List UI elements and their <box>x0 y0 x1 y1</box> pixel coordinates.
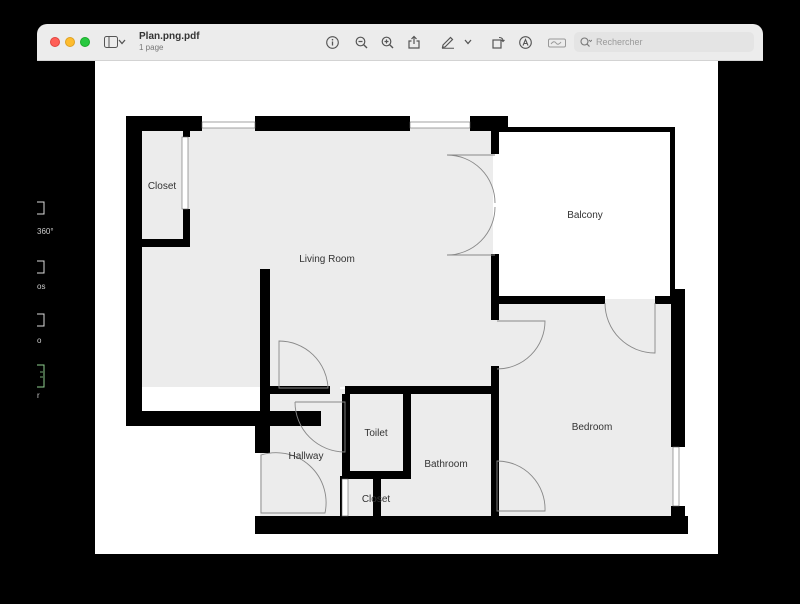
wall <box>403 391 411 479</box>
thumbnail-label: os <box>37 282 46 291</box>
search-placeholder: Rechercher <box>596 37 643 47</box>
room-label: Toilet <box>364 428 388 439</box>
room-label: Balcony <box>567 210 603 221</box>
window <box>409 121 471 129</box>
thumbnail-icon[interactable] <box>37 201 45 215</box>
window <box>201 121 256 129</box>
window <box>672 446 680 507</box>
wall <box>493 296 605 304</box>
window <box>341 478 349 517</box>
wall <box>671 506 685 521</box>
search-field[interactable]: Rechercher <box>574 32 754 52</box>
share-icon[interactable] <box>404 32 424 52</box>
wall <box>126 411 321 426</box>
room-label: Closet <box>148 181 177 192</box>
wall <box>260 269 270 426</box>
document-title: Plan.png.pdf <box>139 31 200 42</box>
room-label: Living Room <box>299 254 355 265</box>
room-label: Bedroom <box>572 422 613 433</box>
thumbnail-icon[interactable] <box>37 260 45 274</box>
wall <box>183 209 190 241</box>
info-icon[interactable] <box>322 32 342 52</box>
title-bar: Plan.png.pdf 1 page Rechercher <box>37 24 763 61</box>
wall <box>255 516 688 534</box>
thumbnail-icon[interactable] <box>37 313 45 327</box>
floor-plan: Closet Living Room Balcony Bedroom Toile… <box>126 116 688 534</box>
search-icon <box>580 36 592 48</box>
highlight-circle-icon[interactable] <box>515 32 535 52</box>
minimize-window-button[interactable] <box>65 37 75 47</box>
thumbnail-label: r <box>37 391 40 400</box>
wall <box>491 366 499 518</box>
wall <box>345 386 495 394</box>
wall <box>140 239 190 247</box>
thumbnail-sidebar: 360° os o r <box>37 61 95 554</box>
wall <box>183 131 190 137</box>
pdf-page: Closet Living Room Balcony Bedroom Toile… <box>95 61 718 554</box>
wall <box>491 126 499 154</box>
zoom-out-icon[interactable] <box>351 32 371 52</box>
preview-window: Plan.png.pdf 1 page Rechercher 360° os o… <box>37 24 763 554</box>
markup-pen-icon[interactable] <box>438 32 458 52</box>
thumbnail-label: 360° <box>37 227 54 236</box>
wall <box>491 254 499 320</box>
wall <box>126 116 142 426</box>
wall <box>671 289 685 447</box>
wall <box>342 394 350 479</box>
rotate-icon[interactable] <box>488 32 508 52</box>
close-window-button[interactable] <box>50 37 60 47</box>
chevron-down-icon[interactable] <box>463 32 473 52</box>
wall <box>255 116 410 131</box>
wall <box>498 127 675 132</box>
chevron-down-icon[interactable] <box>117 32 127 52</box>
bedroom-fill <box>493 299 675 519</box>
signature-icon[interactable] <box>547 32 567 52</box>
thumbnail-label: o <box>37 336 42 345</box>
zoom-in-icon[interactable] <box>377 32 397 52</box>
wall <box>670 127 675 304</box>
document-page-count: 1 page <box>139 43 164 52</box>
room-label: Hallway <box>288 451 323 462</box>
wall <box>255 411 270 453</box>
window <box>181 136 189 210</box>
room-label: Bathroom <box>424 459 467 470</box>
room-label: Closet <box>362 494 391 505</box>
zoom-window-button[interactable] <box>80 37 90 47</box>
thumbnail-selected-icon[interactable] <box>37 364 45 388</box>
